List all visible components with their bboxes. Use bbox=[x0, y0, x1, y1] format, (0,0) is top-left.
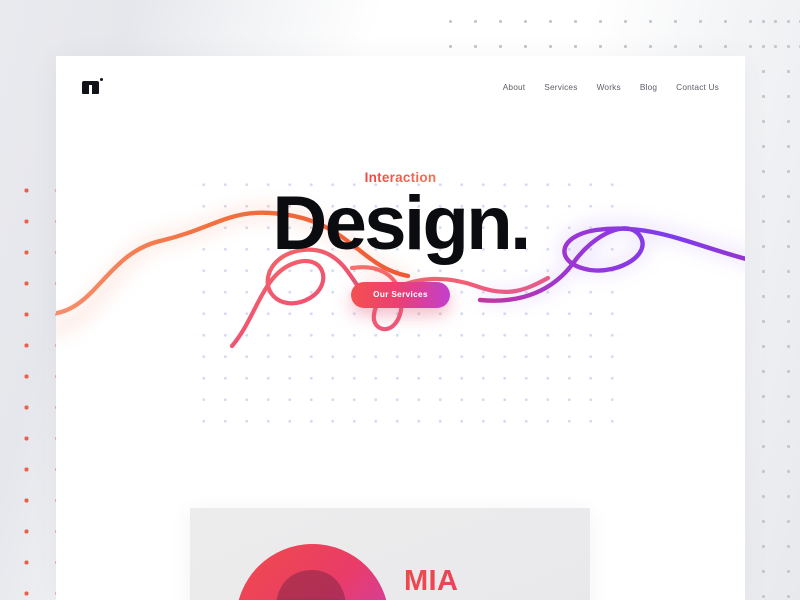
nav-link-works[interactable]: Works bbox=[597, 82, 621, 92]
nav-link-contact-us[interactable]: Contact Us bbox=[676, 82, 719, 92]
screenshot-canvas: B. About Services Works Blog Contact Us bbox=[0, 0, 800, 600]
backdrop-dot-field-right bbox=[745, 0, 800, 600]
portrait-illustration bbox=[236, 544, 389, 600]
hero-section: Interaction Design. Our Services bbox=[56, 118, 745, 440]
main-navigation: About Services Works Blog Contact Us bbox=[503, 82, 719, 92]
portrait-woman-with-hat-image bbox=[236, 544, 389, 600]
testimonial-card: MIA JESSON bbox=[190, 508, 590, 600]
site-header: B. About Services Works Blog Contact Us bbox=[56, 56, 745, 118]
avatar bbox=[236, 544, 389, 600]
nav-link-services[interactable]: Services bbox=[544, 82, 577, 92]
person-name-line-1: MIA bbox=[404, 565, 459, 597]
brand-logo-icon[interactable]: B. bbox=[82, 76, 104, 98]
brand-logo-notch bbox=[89, 85, 92, 94]
brand-logo-label: B. bbox=[82, 76, 83, 77]
backdrop-dot-field-left-red bbox=[0, 165, 56, 600]
nav-link-about[interactable]: About bbox=[503, 82, 526, 92]
nav-link-blog[interactable]: Blog bbox=[640, 82, 657, 92]
our-services-button[interactable]: Our Services bbox=[351, 282, 450, 309]
website-page-sheet: B. About Services Works Blog Contact Us bbox=[56, 56, 745, 600]
testimonial-person-name: MIA JESSON bbox=[404, 566, 579, 600]
hero-title: Design. bbox=[272, 181, 531, 266]
brand-logo-dot-icon bbox=[99, 78, 103, 82]
testimonial-section: MIA JESSON 1 bbox=[56, 440, 745, 600]
hero-content: Interaction Design. Our Services bbox=[56, 118, 745, 440]
